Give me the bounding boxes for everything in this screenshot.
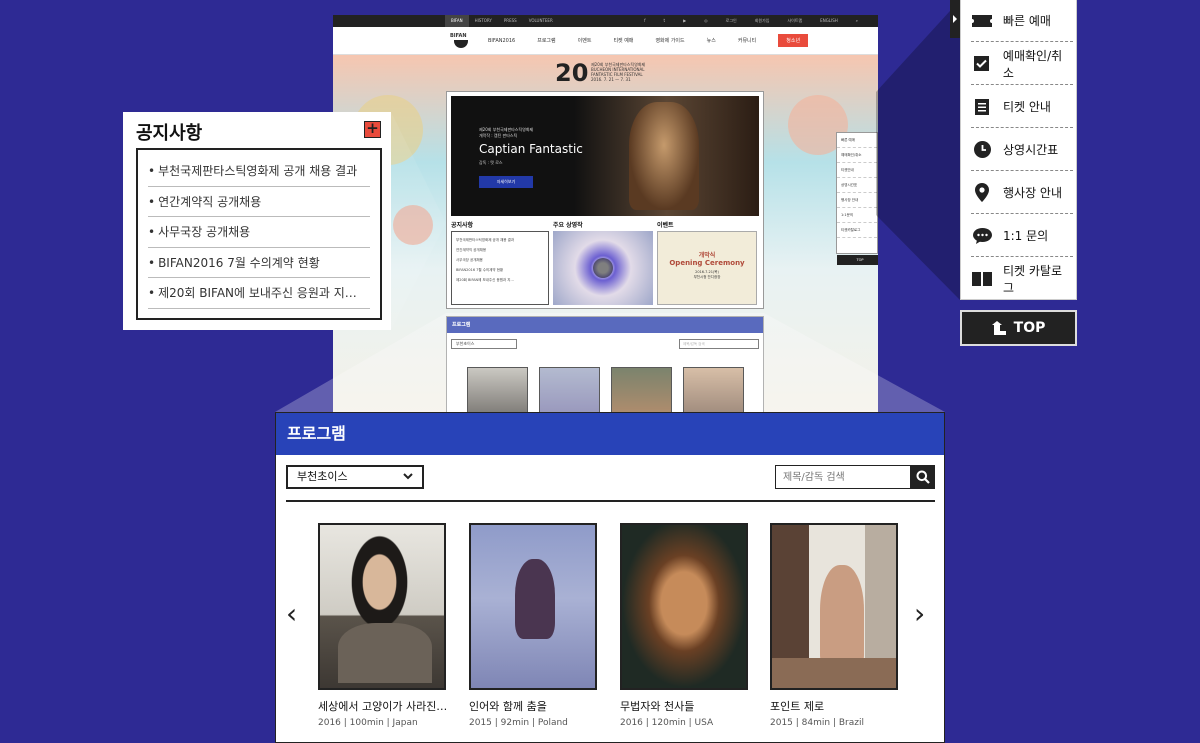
chat-bubble-icon — [971, 227, 993, 244]
quick-menu-toggle[interactable] — [950, 0, 960, 38]
notice-panel: 공지사항 + 부천국제판타스틱영화제 공개 채용 결과 연간계약직 공개채용 사… — [123, 112, 391, 330]
movie-poster[interactable] — [318, 523, 446, 690]
movie-card[interactable]: 세상에서 고양이가 사라진… 2016 | 100min | Japan — [318, 523, 448, 728]
poster-floor — [772, 658, 896, 688]
quick-item-label: 상영시간표 — [1003, 143, 1059, 157]
notice-title: 공지사항 — [136, 123, 203, 144]
notice-item[interactable]: 연간계약직 공개채용 — [148, 187, 370, 217]
top-button-label: TOP — [1013, 320, 1046, 336]
quick-item-label: 티켓 카탈로그 — [1002, 264, 1062, 295]
quick-item-ticket-info[interactable]: 티켓 안내 — [971, 86, 1073, 128]
quick-item-inquiry[interactable]: 1:1 문의 — [971, 215, 1073, 257]
quick-item-venue[interactable]: 행사장 안내 — [971, 172, 1073, 214]
movie-title: 세상에서 고양이가 사라진… — [318, 700, 448, 713]
notice-item[interactable]: 제20회 BIFAN에 보내주신 응원과 지… — [148, 278, 370, 309]
ticket-icon — [971, 14, 993, 27]
clock-icon — [971, 141, 993, 158]
category-select-value: 부천초이스 — [297, 470, 348, 483]
checkbox-icon — [971, 56, 993, 71]
search-input[interactable] — [775, 465, 911, 489]
movie-poster[interactable] — [469, 523, 597, 690]
quick-menu: 빠른 예매 예매확인/취소 티켓 안내 상영시간표 행사장 안내 1:1 문의 — [960, 0, 1077, 300]
notice-list: 부천국제판타스틱영화제 공개 채용 결과 연간계약직 공개채용 사무국장 공개채… — [136, 148, 382, 320]
movie-meta: 2015 | 84min | Brazil — [770, 718, 864, 728]
movie-meta: 2016 | 120min | USA — [620, 718, 714, 728]
quick-item-fast-booking[interactable]: 빠른 예매 — [971, 0, 1073, 42]
arrow-up-icon — [991, 321, 1006, 335]
search-button[interactable] — [911, 465, 935, 489]
movie-poster[interactable] — [770, 523, 898, 690]
movie-poster[interactable] — [620, 523, 748, 690]
location-pin-icon — [971, 183, 993, 202]
poster-figure — [338, 623, 432, 683]
movie-title: 포인트 제로 — [770, 700, 825, 713]
program-header: 프로그램 — [276, 413, 944, 455]
movie-title: 무법자와 천사들 — [620, 700, 695, 713]
quick-item-label: 예매확인/취소 — [1002, 48, 1063, 80]
notice-zoom-funnel — [391, 112, 446, 330]
movie-card[interactable]: 무법자와 천사들 2016 | 120min | USA — [620, 523, 748, 728]
notice-item[interactable]: 사무국장 공개채용 — [148, 217, 370, 248]
movie-meta: 2015 | 92min | Poland — [469, 718, 568, 728]
quick-item-label: 빠른 예매 — [1003, 14, 1051, 28]
search-box — [775, 465, 935, 489]
program-panel: 프로그램 부천초이스 ‹ › 세상에서 고양이가 사라진… 2016 | 100… — [275, 412, 945, 743]
movie-meta: 2016 | 100min | Japan — [318, 718, 418, 728]
movie-card[interactable]: 포인트 제로 2015 | 84min | Brazil — [770, 523, 898, 728]
search-icon — [916, 470, 930, 484]
movie-card[interactable]: 인어와 함께 춤을 2015 | 92min | Poland — [469, 523, 597, 728]
quick-item-timetable[interactable]: 상영시간표 — [971, 129, 1073, 171]
more-plus-icon[interactable]: + — [364, 121, 381, 138]
divider — [286, 500, 935, 502]
quick-item-label: 티켓 안내 — [1003, 100, 1051, 114]
notice-item[interactable]: BIFAN2016 7월 수의계약 현황 — [148, 248, 370, 278]
quickmenu-zoom-funnel — [876, 0, 960, 300]
top-button[interactable]: TOP — [960, 310, 1077, 346]
quick-item-label: 1:1 문의 — [1003, 229, 1049, 243]
poster-figure — [820, 565, 864, 665]
quick-item-booking-check[interactable]: 예매확인/취소 — [971, 43, 1073, 85]
document-icon — [971, 98, 993, 115]
poster-figure — [515, 559, 555, 639]
chevron-right-icon[interactable]: › — [914, 597, 925, 630]
movie-title: 인어와 함께 춤을 — [469, 700, 547, 713]
quick-item-label: 행사장 안내 — [1003, 186, 1063, 200]
book-icon — [971, 272, 993, 286]
chevron-left-icon[interactable]: ‹ — [286, 597, 297, 630]
quick-item-ticket-catalog[interactable]: 티켓 카탈로그 — [971, 258, 1073, 300]
notice-item[interactable]: 부천국제판타스틱영화제 공개 채용 결과 — [148, 156, 370, 187]
chevron-down-icon — [403, 473, 413, 480]
category-select[interactable]: 부천초이스 — [286, 465, 424, 489]
